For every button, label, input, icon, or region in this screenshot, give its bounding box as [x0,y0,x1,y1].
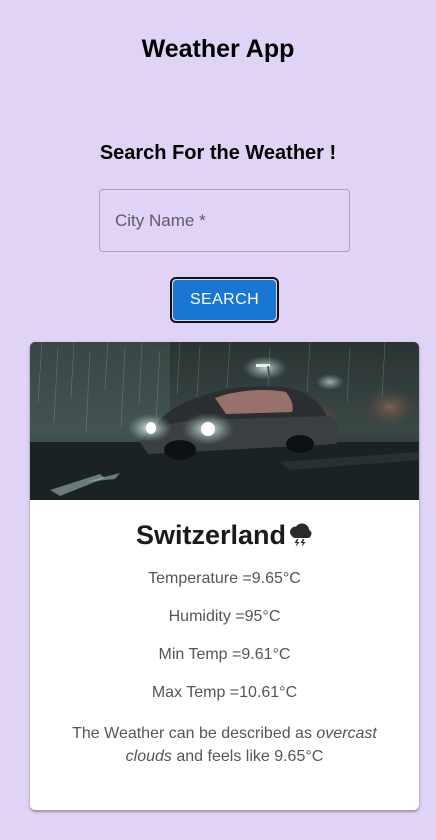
weather-description: The Weather can be described as overcast… [60,722,389,768]
temperature-text: Temperature =9.65°C [148,570,301,587]
search-heading: Search For the Weather ! [99,142,337,164]
app-title: Weather App [141,35,295,63]
search-button-label: SEARCH [173,280,276,320]
description-suffix: and feels like 9.65°C [176,748,324,765]
thunderstorm-cloud-icon [287,522,313,556]
max-temp-text: Max Temp =10.61°C [151,684,298,701]
city-name-input[interactable] [99,189,350,252]
description-prefix: The Weather can be described as [72,725,312,742]
humidity-text: Humidity =95°C [168,608,281,625]
min-temp-text: Min Temp =9.61°C [158,646,291,663]
rainy-night-car-image [30,342,419,500]
search-button[interactable]: SEARCH [170,277,279,323]
city-title: Switzerland [30,518,419,556]
weather-card: Switzerland Temperature =9.65°C Humidity… [30,342,419,810]
city-name: Switzerland [135,520,287,550]
